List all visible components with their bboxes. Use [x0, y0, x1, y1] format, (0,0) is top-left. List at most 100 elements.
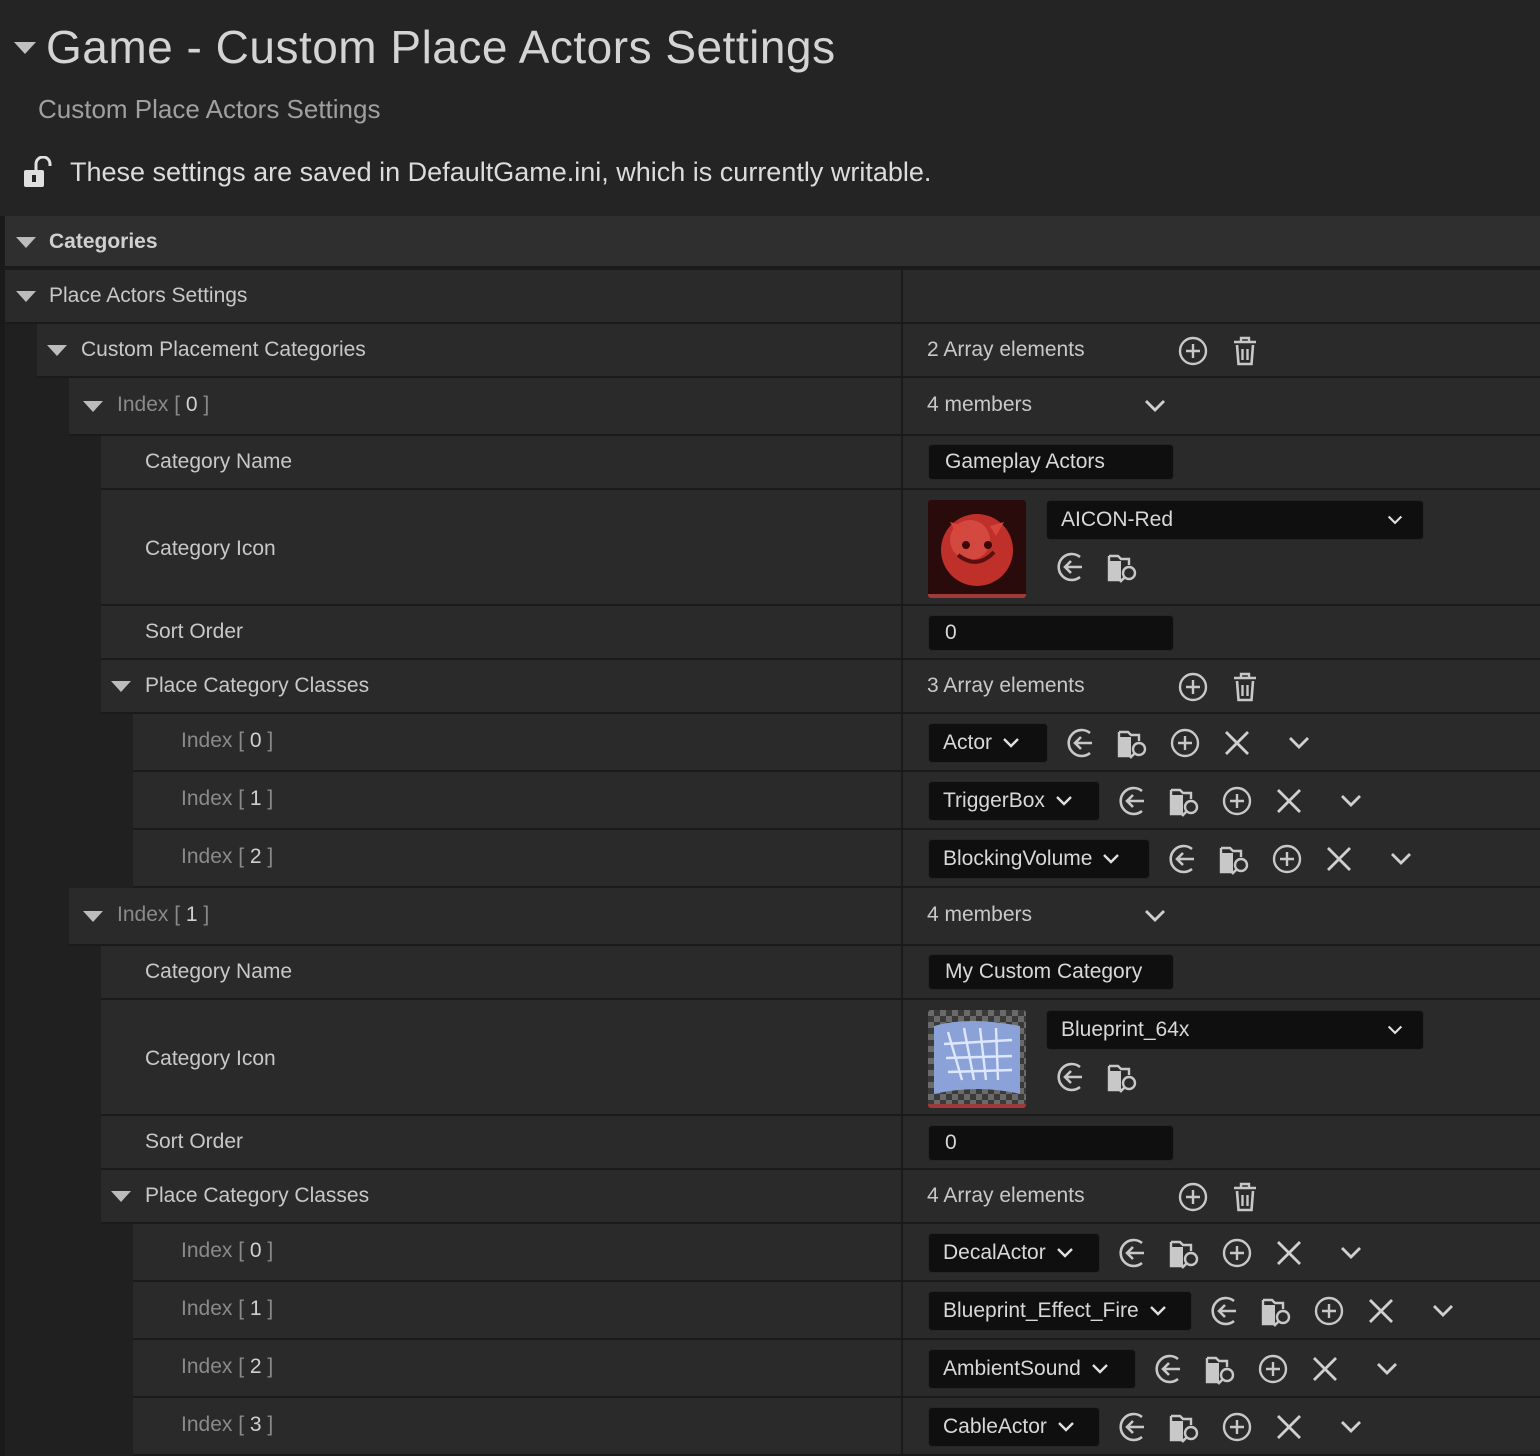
class-entry-row[interactable]	[133, 1398, 1540, 1456]
categories-caret-icon[interactable]	[16, 237, 36, 248]
category-name-field[interactable]: Gameplay Actors	[928, 444, 1174, 480]
page-subtitle: Custom Place Actors Settings	[38, 94, 381, 124]
more-options-chevron-icon[interactable]	[1334, 784, 1368, 818]
bracket-open: [	[232, 729, 250, 752]
more-options-chevron-icon[interactable]	[1426, 1294, 1460, 1328]
class-picker-combo[interactable]: BlockingVolume	[928, 839, 1150, 879]
property-row-category-name[interactable]	[101, 946, 1540, 1000]
chevron-down-icon	[1056, 1248, 1073, 1258]
collapse-caret-icon[interactable]	[14, 42, 36, 54]
remove-element-close-icon[interactable]	[1272, 1410, 1306, 1444]
more-options-chevron-icon[interactable]	[1334, 1236, 1368, 1270]
insert-element-icon[interactable]	[1220, 784, 1254, 818]
add-element-icon[interactable]	[1176, 334, 1210, 368]
custom-placement-caret-icon[interactable]	[47, 345, 67, 356]
classes-caret-icon[interactable]	[111, 1191, 131, 1202]
asset-picker-combo[interactable]: Blueprint_64x	[1046, 1010, 1424, 1050]
red-devil-thumbnail[interactable]	[928, 500, 1026, 598]
browse-folder-icon[interactable]	[1204, 1352, 1238, 1386]
classes-count: 3 Array elements	[927, 674, 1085, 697]
clear-array-trash-icon[interactable]	[1228, 334, 1262, 368]
remove-element-close-icon[interactable]	[1220, 726, 1254, 760]
splitter-seg	[901, 1340, 903, 1398]
use-selected-arrow-icon[interactable]	[1208, 1294, 1242, 1328]
remove-element-close-icon[interactable]	[1364, 1294, 1398, 1328]
clear-array-trash-icon[interactable]	[1228, 1180, 1262, 1214]
browse-folder-icon[interactable]	[1260, 1294, 1294, 1328]
remove-element-close-icon[interactable]	[1308, 1352, 1342, 1386]
chevron-down-icon[interactable]	[1138, 899, 1172, 933]
class-picker-combo[interactable]: CableActor	[928, 1407, 1100, 1447]
classes-caret-icon[interactable]	[111, 681, 131, 692]
index-word: Index	[117, 903, 169, 926]
class-picker-combo[interactable]: Actor	[928, 723, 1048, 763]
array-element-row[interactable]	[69, 888, 1540, 946]
more-options-chevron-icon[interactable]	[1384, 842, 1418, 876]
use-selected-arrow-icon[interactable]	[1166, 842, 1200, 876]
config-file-note: These settings are saved in DefaultGame.…	[70, 157, 932, 187]
property-row-sort-order[interactable]	[101, 606, 1540, 660]
splitter-seg	[901, 1224, 903, 1282]
insert-element-icon[interactable]	[1168, 726, 1202, 760]
bracket-close: ]	[197, 903, 210, 926]
insert-element-icon[interactable]	[1220, 1410, 1254, 1444]
class-picker-combo[interactable]: AmbientSound	[928, 1349, 1136, 1389]
use-selected-arrow-icon[interactable]	[1152, 1352, 1186, 1386]
sort-order-field[interactable]: 0	[928, 1125, 1174, 1161]
blueprint-thumbnail[interactable]	[928, 1010, 1026, 1108]
section-caret-icon[interactable]	[16, 291, 36, 302]
splitter-seg	[901, 714, 903, 772]
category-name-field[interactable]: My Custom Category	[928, 954, 1174, 990]
use-selected-arrow-icon[interactable]	[1116, 784, 1150, 818]
index-word: Index	[181, 1239, 233, 1262]
class-picker-combo[interactable]: Blueprint_Effect_Fire	[928, 1291, 1192, 1331]
remove-element-close-icon[interactable]	[1272, 784, 1306, 818]
insert-element-icon[interactable]	[1270, 842, 1304, 876]
index-number: 1	[185, 903, 198, 926]
index-number: 0	[249, 1239, 262, 1262]
class-entry-row[interactable]	[133, 714, 1540, 772]
asset-picker-combo[interactable]: AICON-Red	[1046, 500, 1424, 540]
insert-element-icon[interactable]	[1256, 1352, 1290, 1386]
more-options-chevron-icon[interactable]	[1334, 1410, 1368, 1444]
array-count: 2 Array elements	[927, 338, 1085, 361]
element-caret-icon[interactable]	[83, 401, 103, 412]
add-element-icon[interactable]	[1176, 670, 1210, 704]
class-picker-combo[interactable]: DecalActor	[928, 1233, 1100, 1273]
use-selected-arrow-icon[interactable]	[1054, 550, 1088, 584]
use-selected-arrow-icon[interactable]	[1116, 1410, 1150, 1444]
chevron-down-icon[interactable]	[1138, 389, 1172, 423]
more-options-chevron-icon[interactable]	[1282, 726, 1316, 760]
bracket-open: [	[232, 1239, 250, 1262]
browse-folder-icon[interactable]	[1168, 784, 1202, 818]
browse-folder-icon[interactable]	[1168, 1410, 1202, 1444]
remove-element-close-icon[interactable]	[1272, 1236, 1306, 1270]
array-element-row[interactable]	[69, 378, 1540, 436]
bracket-open: [	[232, 1355, 250, 1378]
clear-array-trash-icon[interactable]	[1228, 670, 1262, 704]
class-entry-row[interactable]	[133, 772, 1540, 830]
insert-element-icon[interactable]	[1312, 1294, 1346, 1328]
property-row-category-name[interactable]	[101, 436, 1540, 490]
use-selected-arrow-icon[interactable]	[1054, 1060, 1088, 1094]
class-entry-row[interactable]	[133, 1224, 1540, 1282]
class-picker-combo[interactable]: TriggerBox	[928, 781, 1100, 821]
browse-folder-icon[interactable]	[1106, 550, 1140, 584]
remove-element-close-icon[interactable]	[1322, 842, 1356, 876]
browse-folder-icon[interactable]	[1218, 842, 1252, 876]
element-caret-icon[interactable]	[83, 911, 103, 922]
browse-folder-icon[interactable]	[1168, 1236, 1202, 1270]
chevron-down-icon	[1056, 796, 1072, 806]
sort-order-field[interactable]: 0	[928, 615, 1174, 651]
use-selected-arrow-icon[interactable]	[1116, 1236, 1150, 1270]
browse-folder-icon[interactable]	[1116, 726, 1150, 760]
browse-folder-icon[interactable]	[1106, 1060, 1140, 1094]
add-element-icon[interactable]	[1176, 1180, 1210, 1214]
index-word: Index	[117, 393, 169, 416]
property-row-sort-order[interactable]	[101, 1116, 1540, 1170]
categories-bar[interactable]	[5, 216, 1540, 268]
insert-element-icon[interactable]	[1220, 1236, 1254, 1270]
use-selected-arrow-icon[interactable]	[1064, 726, 1098, 760]
more-options-chevron-icon[interactable]	[1370, 1352, 1404, 1386]
splitter-seg	[901, 436, 903, 490]
